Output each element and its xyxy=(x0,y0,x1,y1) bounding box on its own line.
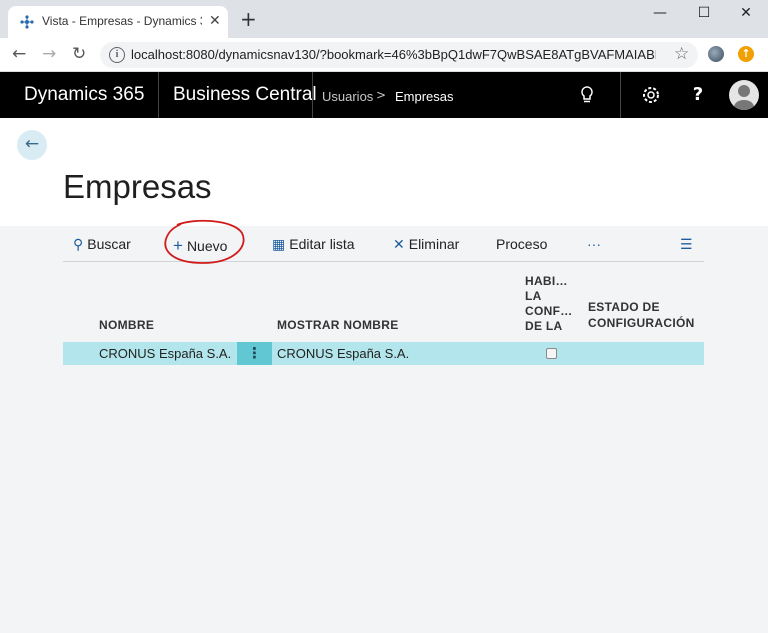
edit-list-action[interactable]: ▦ Editar lista xyxy=(272,236,355,253)
browser-toolbar: ← → ↻ i localhost:8080/dynamicsnav130/?b… xyxy=(0,38,768,72)
delete-label: Eliminar xyxy=(408,236,460,252)
column-header-estado[interactable]: ESTADO DE CONFIGURACIÓN xyxy=(588,299,695,331)
column-header-nombre[interactable]: NOMBRE xyxy=(99,318,154,332)
header-line: CONF… xyxy=(525,304,573,318)
header-line: HABI… xyxy=(525,274,568,288)
header-divider xyxy=(620,72,621,118)
header-divider xyxy=(158,72,159,118)
close-window-button[interactable]: ✕ xyxy=(724,2,768,26)
back-arrow-icon: ← xyxy=(24,134,40,154)
new-tab-button[interactable]: + xyxy=(240,9,257,29)
update-extension-icon[interactable]: ↑ xyxy=(738,46,754,62)
breadcrumb-separator: > xyxy=(376,88,387,102)
user-silhouette-icon xyxy=(734,85,754,110)
screen: Vista - Empresas - Dynamics 365 ✕ + — ☐ … xyxy=(0,0,768,633)
gear-icon[interactable] xyxy=(639,85,663,105)
tab-title: Vista - Empresas - Dynamics 365 xyxy=(42,14,202,28)
url-text[interactable]: localhost:8080/dynamicsnav130/?bookmark=… xyxy=(131,47,656,62)
forward-arrow-icon[interactable]: → xyxy=(42,44,56,64)
brand-title[interactable]: Dynamics 365 xyxy=(24,84,144,106)
header-divider xyxy=(312,72,313,118)
reload-icon[interactable]: ↻ xyxy=(72,44,86,64)
process-label: Proceso xyxy=(496,236,548,252)
search-action[interactable]: ⚲ Buscar xyxy=(73,236,131,253)
breadcrumb-usuarios[interactable]: Usuarios xyxy=(322,89,373,104)
enable-config-checkbox[interactable] xyxy=(546,348,557,359)
info-icon[interactable]: i xyxy=(109,47,125,63)
app-header: Dynamics 365 Business Central Usuarios >… xyxy=(0,72,768,118)
header-line: CONFIGURACIÓN xyxy=(588,316,695,330)
delete-action[interactable]: ✕ Eliminar xyxy=(393,236,459,253)
browser-tabstrip: Vista - Empresas - Dynamics 365 ✕ + — ☐ … xyxy=(0,0,768,38)
maximize-button[interactable]: ☐ xyxy=(682,2,726,26)
page-title-area: ← Empresas xyxy=(0,118,768,226)
process-action[interactable]: Proceso xyxy=(496,236,547,252)
edit-list-icon: ▦ xyxy=(272,236,286,252)
column-header-habilitar[interactable]: HABI… LA CONF… DE LA xyxy=(525,274,575,330)
action-bar: ⚲ Buscar + Nuevo ▦ Editar lista ✕ Eliminar P… xyxy=(63,230,704,262)
more-actions-button[interactable]: ··· xyxy=(587,236,601,252)
search-icon: ⚲ xyxy=(73,236,84,252)
address-bar[interactable]: i localhost:8080/dynamicsnav130/?bookmar… xyxy=(100,42,698,68)
profile-extension-icon[interactable] xyxy=(708,46,724,62)
dynamics-favicon-icon xyxy=(20,15,34,29)
page-title: Empresas xyxy=(63,168,212,205)
minimize-button[interactable]: — xyxy=(638,2,682,26)
search-action-label: Buscar xyxy=(87,236,131,252)
tab-close-icon[interactable]: ✕ xyxy=(209,13,221,29)
delete-x-icon: ✕ xyxy=(393,236,405,252)
list-view-icon[interactable]: ☰ xyxy=(680,236,693,253)
row-menu-button[interactable]: ⋮ xyxy=(237,342,272,365)
table-row[interactable]: CRONUS España S.A. ⋮ CRONUS España S.A. xyxy=(63,342,704,365)
header-line: DE LA xyxy=(525,319,563,330)
header-line: ESTADO DE xyxy=(588,300,660,314)
edit-list-label: Editar lista xyxy=(289,236,355,252)
app-title[interactable]: Business Central xyxy=(173,84,317,106)
lightbulb-icon[interactable] xyxy=(575,85,599,105)
bookmark-star-icon[interactable]: ☆ xyxy=(674,44,689,64)
browser-tab[interactable]: Vista - Empresas - Dynamics 365 ✕ xyxy=(8,6,228,38)
annotation-circle xyxy=(164,219,245,264)
help-icon[interactable]: ? xyxy=(686,84,710,105)
breadcrumb-empresas: Empresas xyxy=(395,89,454,104)
back-arrow-icon[interactable]: ← xyxy=(12,44,26,64)
user-avatar[interactable] xyxy=(729,80,759,110)
cell-nombre[interactable]: CRONUS España S.A. xyxy=(99,346,231,361)
vertical-ellipsis-icon: ⋮ xyxy=(247,344,262,362)
back-button[interactable]: ← xyxy=(17,130,47,160)
column-header-mostrar-nombre[interactable]: MOSTRAR NOMBRE xyxy=(277,318,399,332)
cell-mostrar-nombre: CRONUS España S.A. xyxy=(277,346,410,361)
header-line: LA xyxy=(525,289,542,303)
